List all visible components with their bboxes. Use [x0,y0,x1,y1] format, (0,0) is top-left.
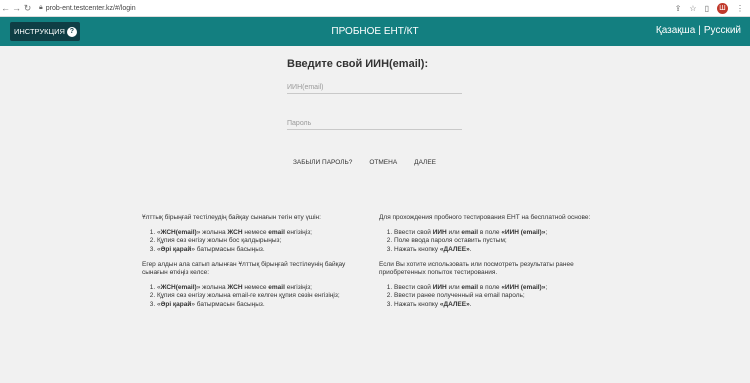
site-header: ИНСТРУКЦИЯ ? ПРОБНОЕ ЕНТ/КТ Қазақша | Ру… [0,17,750,46]
share-icon[interactable]: ⇪ [675,4,682,13]
lock-icon: 🔒︎ [39,4,43,11]
lang-separator: | [698,25,701,36]
list-item: Нажать кнопку «ДАЛЕЕ». [394,246,609,254]
page-title: ПРОБНОЕ ЕНТ/КТ [331,26,419,37]
login-title: Введите свой ИИН(email): [287,58,429,70]
instructions-ru-intro-2: Если Вы хотите использовать или посмотре… [379,260,574,277]
menu-dots-icon[interactable]: ⋮ [736,4,744,13]
instructions-kz-intro: Ұлттық бірыңғай тестілеудің байқау сынағ… [142,214,321,221]
form-actions: ЗАБЫЛИ ПАРОЛЬ? ОТМЕНА ДАЛЕЕ [293,159,453,166]
profile-avatar[interactable]: Ш [717,2,728,14]
sidepanel-icon[interactable]: ▯ [705,4,709,13]
next-button[interactable]: ДАЛЕЕ [414,159,436,166]
password-field[interactable]: Пароль [287,120,462,130]
instructions-kz-list-2: «ЖСН(email)» жолына ЖСН немесе email енг… [142,284,352,309]
instructions-ru-list-1: Ввести свой ИИН или email в поле «ИИН (e… [379,229,609,254]
list-item: Құпия сөз енгізу жолына email-ге келген … [157,292,352,300]
list-item: «Әрі қарай» батырмасын басыңыз. [157,246,352,254]
lang-ru-link[interactable]: Русский [704,25,741,36]
forgot-password-link[interactable]: ЗАБЫЛИ ПАРОЛЬ? [293,159,352,166]
instructions-ru: Для прохождения пробного тестирования ЕН… [379,214,609,316]
back-arrow-icon[interactable]: ← [0,3,11,13]
instructions-kz-intro-2: Егер алдын ала сатып алынған Ұлттық біры… [142,260,346,277]
star-icon[interactable]: ☆ [689,4,696,13]
url-text: prob-ent.testcenter.kz/#/login [45,4,136,12]
cancel-button[interactable]: ОТМЕНА [369,159,397,166]
list-item: Құпия сөз енгізу жолын бос қалдырыңыз; [157,237,352,245]
instructions-kz-list-1: «ЖСН(email)» жолына ЖСН немесе email енг… [142,229,352,254]
lang-kz-link[interactable]: Қазақша [656,25,695,36]
address-bar[interactable]: 🔒︎ prob-ent.testcenter.kz/#/login [39,4,136,12]
language-switcher: Қазақша | Русский [656,25,741,36]
reload-icon[interactable]: ↻ [22,3,33,14]
list-item: Ввести свой ИИН или email в поле «ИИН (e… [394,229,609,237]
list-item: Поле ввода пароля оставить пустым; [394,237,609,245]
instructions-ru-list-2: Ввести свой ИИН или email в поле «ИИН (e… [379,284,609,309]
list-item: Нажать кнопку «ДАЛЕЕ». [394,301,609,309]
iin-field[interactable]: ИИН(email) [287,84,462,94]
forward-arrow-icon[interactable]: → [11,3,22,13]
instructions-ru-intro: Для прохождения пробного тестирования ЕН… [379,214,591,221]
list-item: Ввести ранее полученный на email пароль; [394,292,609,300]
browser-toolbar: ← → ↻ 🔒︎ prob-ent.testcenter.kz/#/login … [0,0,750,17]
list-item: «Әрі қарай» батырмасын басыңыз. [157,301,352,309]
instructions-kz: Ұлттық бірыңғай тестілеудің байқау сынағ… [142,214,352,316]
